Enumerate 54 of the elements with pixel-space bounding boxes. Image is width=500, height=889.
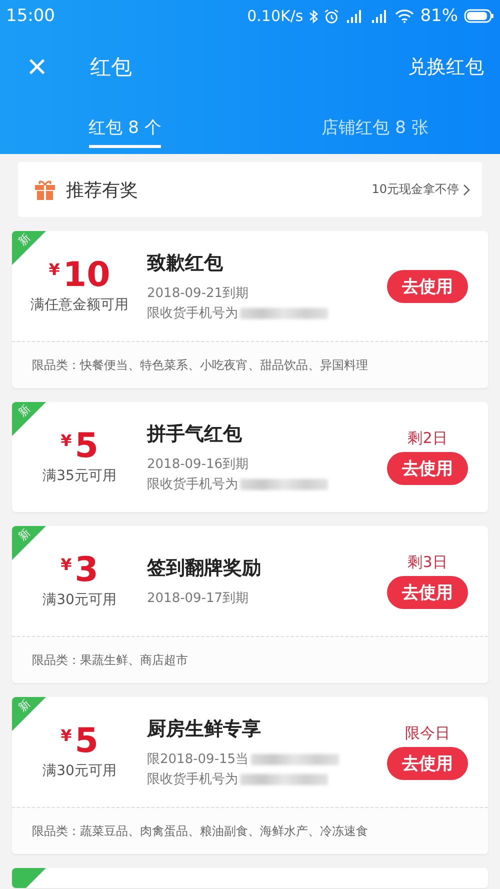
wifi-icon xyxy=(395,9,414,23)
battery-icon xyxy=(464,9,494,23)
usage-condition: 满35元可用 xyxy=(42,467,116,485)
coupon-detail: 2018-09-16到期 xyxy=(147,456,249,473)
close-button[interactable]: × xyxy=(22,50,52,84)
banner-link[interactable]: 10元现金拿不停 xyxy=(372,181,459,198)
banner-title: 推荐有奖 xyxy=(66,178,138,202)
currency-sign: ¥ xyxy=(60,557,72,573)
coupon-detail: 限收货手机号为 xyxy=(147,305,238,322)
coupon-title: 拼手气红包 xyxy=(147,422,243,447)
use-button[interactable]: 去使用 xyxy=(387,576,468,609)
new-corner-tag: 新 xyxy=(12,526,46,560)
expiry-label: 限今日 xyxy=(405,724,450,743)
coupon-title: 厨房生鲜专享 xyxy=(147,717,262,742)
coupon-detail: 2018-09-17到期 xyxy=(147,590,249,607)
gift-icon xyxy=(34,178,56,200)
redeem-button[interactable]: 兑换红包 xyxy=(408,54,484,80)
category-limit: 限品类：果蔬生鲜、商店超市 xyxy=(32,652,188,668)
currency-sign: ¥ xyxy=(60,433,72,449)
network-speed: 0.10K/s xyxy=(247,7,304,25)
chevron-right-icon xyxy=(463,184,470,196)
usage-condition: 满任意金额可用 xyxy=(30,296,128,314)
new-corner-tag: 新 xyxy=(12,231,46,265)
usage-condition: 满30元可用 xyxy=(42,762,116,780)
coupon-amount: 3 xyxy=(74,553,98,587)
expiry-label: 剩3日 xyxy=(408,553,448,572)
coupon-title: 致歉红包 xyxy=(147,251,224,276)
use-button[interactable]: 去使用 xyxy=(387,270,468,302)
tab[interactable]: 红包 8 个 xyxy=(0,102,250,154)
category-limit: 限品类：快餐便当、特色菜系、小吃夜宵、甜品饮品、异国料理 xyxy=(32,356,368,374)
battery-level: 81% xyxy=(420,6,458,26)
bluetooth-icon xyxy=(309,8,318,24)
coupon-title: 签到翻牌奖励 xyxy=(147,556,262,581)
currency-sign: ¥ xyxy=(48,262,60,278)
alarm-icon xyxy=(324,8,340,24)
expiry-label: 剩2日 xyxy=(408,429,448,448)
coupon-detail: 限收货手机号为 xyxy=(147,476,238,493)
usage-condition: 满30元可用 xyxy=(42,591,116,609)
use-button[interactable]: 去使用 xyxy=(387,747,468,780)
category-limit: 限品类：蔬菜豆品、肉禽蛋品、粮油副食、海鲜水产、冷冻速食 xyxy=(32,822,368,840)
coupon-detail: 2018-09-21到期 xyxy=(147,285,249,302)
page-title: 红包 xyxy=(90,54,132,81)
clock: 15:00 xyxy=(6,6,55,26)
currency-sign: ¥ xyxy=(60,728,72,744)
coupon-amount: 5 xyxy=(74,724,98,758)
referral-banner[interactable]: 推荐有奖 10元现金拿不停 xyxy=(18,162,482,217)
coupon-amount: 5 xyxy=(74,429,98,463)
new-corner-tag: 新 xyxy=(12,402,46,436)
use-button[interactable]: 去使用 xyxy=(387,452,468,485)
new-corner-tag: 新 xyxy=(12,697,46,731)
coupon-detail: 限2018-09-15当 xyxy=(147,751,249,768)
tab[interactable]: 店铺红包 8 张 xyxy=(250,102,500,154)
coupon-amount: 10 xyxy=(62,258,110,292)
coupon-detail: 限收货手机号为 xyxy=(147,771,238,788)
